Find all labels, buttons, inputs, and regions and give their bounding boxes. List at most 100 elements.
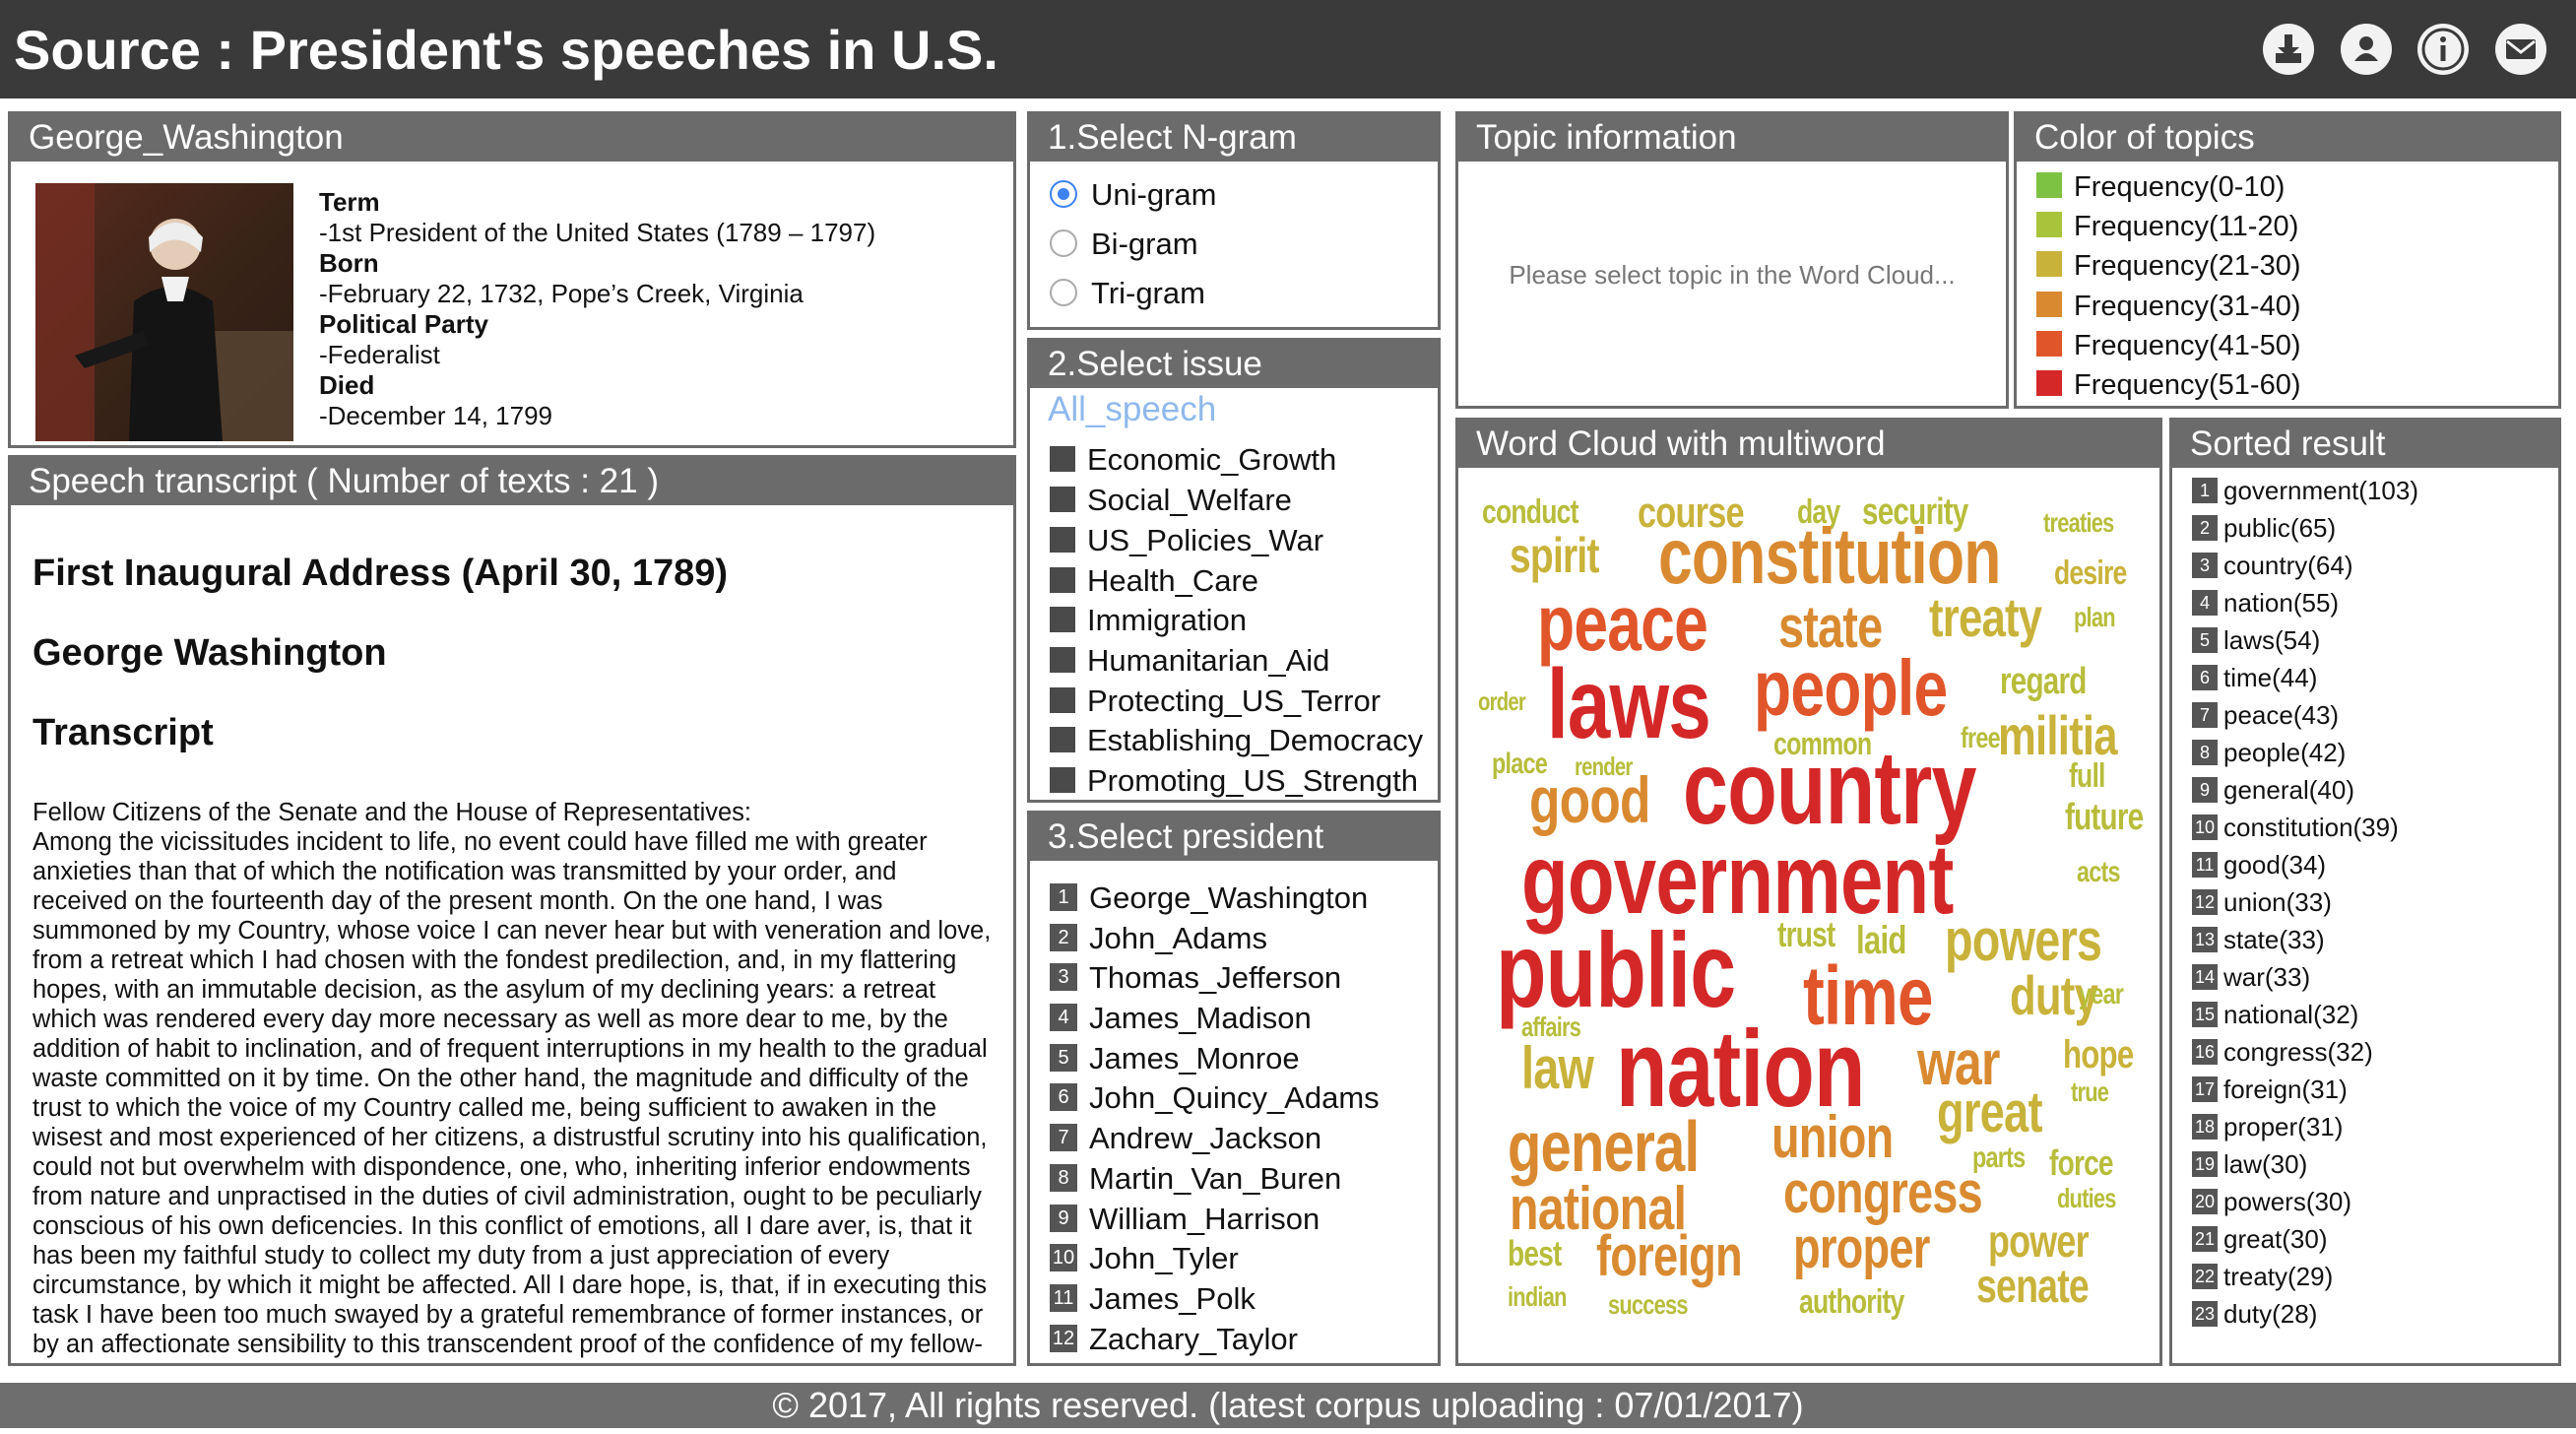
- sorted-item[interactable]: 6 time(44): [2192, 663, 2317, 693]
- president-option[interactable]: 11 James_Polk: [1050, 1281, 1256, 1317]
- mail-button[interactable]: [2495, 24, 2546, 75]
- president-option[interactable]: 12 Zachary_Taylor: [1050, 1322, 1298, 1357]
- president-option[interactable]: 3 Thomas_Jefferson: [1050, 960, 1341, 996]
- sorted-item[interactable]: 19 law(30): [2192, 1149, 2307, 1180]
- sorted-item[interactable]: 22 treaty(29): [2192, 1262, 2333, 1292]
- cloud-word[interactable]: power: [1988, 1218, 2090, 1264]
- checkbox-icon[interactable]: [1050, 766, 1075, 793]
- cloud-word[interactable]: constitution: [1658, 517, 2001, 596]
- issue-option[interactable]: Establishing_Democracy: [1050, 723, 1423, 758]
- sorted-item[interactable]: 15 national(32): [2192, 1000, 2358, 1030]
- cloud-word[interactable]: great: [1937, 1084, 2043, 1141]
- cloud-word[interactable]: year: [2079, 980, 2124, 1010]
- sorted-item[interactable]: 4 nation(55): [2192, 588, 2339, 619]
- cloud-word[interactable]: treaties: [2043, 509, 2114, 537]
- cloud-word[interactable]: true: [2071, 1078, 2109, 1106]
- sorted-item[interactable]: 12 union(33): [2192, 887, 2332, 918]
- issue-option[interactable]: Economic_Growth: [1050, 442, 1336, 478]
- all-speech-option[interactable]: All_speech: [1048, 390, 1216, 429]
- word-cloud[interactable]: conduct course day security treaties spi…: [1458, 468, 2159, 1363]
- sorted-item[interactable]: 7 peace(43): [2192, 700, 2339, 731]
- issue-option[interactable]: US_Policies_War: [1050, 523, 1323, 558]
- checkbox-icon[interactable]: [1050, 726, 1075, 752]
- sorted-list[interactable]: 1 government(103) 2 public(65) 3 country(64) 4…: [2172, 468, 2558, 1363]
- sorted-item[interactable]: 5 laws(54): [2192, 625, 2320, 656]
- sorted-item[interactable]: 9 general(40): [2192, 775, 2354, 806]
- president-option[interactable]: 9 William_Harrison: [1050, 1202, 1320, 1237]
- cloud-word[interactable]: future: [2065, 799, 2144, 836]
- cloud-word[interactable]: union: [1771, 1108, 1894, 1167]
- cloud-word[interactable]: order: [1478, 688, 1526, 714]
- cloud-word[interactable]: treaty: [1929, 590, 2042, 645]
- president-option[interactable]: 7 Andrew_Jackson: [1050, 1121, 1321, 1156]
- president-option[interactable]: 5 James_Monroe: [1050, 1041, 1300, 1076]
- ngram-option-bigram[interactable]: Bi-gram: [1050, 227, 1198, 262]
- cloud-word[interactable]: congress: [1783, 1163, 1983, 1222]
- cloud-word[interactable]: senate: [1976, 1264, 2090, 1311]
- president-option[interactable]: 1 George_Washington: [1050, 880, 1368, 916]
- sorted-item[interactable]: 3 country(64): [2192, 551, 2353, 581]
- user-button[interactable]: [2341, 24, 2392, 75]
- download-button[interactable]: [2263, 24, 2314, 75]
- sorted-item[interactable]: 2 public(65): [2192, 513, 2336, 544]
- cloud-word[interactable]: spirit: [1510, 531, 1599, 580]
- cloud-word[interactable]: people: [1754, 649, 1948, 728]
- cloud-word[interactable]: militia: [1998, 708, 2118, 763]
- cloud-word[interactable]: general: [1508, 1112, 1700, 1183]
- cloud-word[interactable]: good: [1529, 767, 1650, 832]
- radio-icon[interactable]: [1050, 179, 1077, 208]
- sorted-item[interactable]: 14 war(33): [2192, 962, 2310, 993]
- cloud-word[interactable]: acts: [2077, 858, 2120, 887]
- cloud-word[interactable]: law: [1521, 1039, 1594, 1098]
- sorted-item[interactable]: 16 congress(32): [2192, 1037, 2373, 1068]
- checkbox-icon[interactable]: [1050, 526, 1075, 553]
- cloud-word[interactable]: desire: [2054, 556, 2127, 590]
- issue-option[interactable]: Immigration: [1050, 603, 1247, 638]
- info-button[interactable]: [2417, 24, 2469, 75]
- president-option[interactable]: 6 John_Quincy_Adams: [1050, 1080, 1380, 1116]
- cloud-word[interactable]: force: [2049, 1145, 2114, 1181]
- cloud-word[interactable]: plan: [2074, 604, 2116, 631]
- transcript-scroll-area[interactable]: First Inaugural Address (April 30, 1789)…: [11, 505, 1013, 1363]
- sorted-item[interactable]: 1 government(103): [2192, 476, 2418, 506]
- cloud-word[interactable]: conduct: [1482, 495, 1578, 529]
- sorted-item[interactable]: 18 proper(31): [2192, 1112, 2343, 1142]
- sorted-item[interactable]: 11 good(34): [2192, 850, 2326, 880]
- president-option[interactable]: 4 James_Madison: [1050, 1001, 1312, 1036]
- cloud-word[interactable]: proper: [1793, 1220, 1930, 1277]
- cloud-word[interactable]: regard: [2000, 663, 2087, 700]
- cloud-word[interactable]: public: [1496, 917, 1736, 1023]
- president-option[interactable]: 8 Martin_Van_Buren: [1050, 1161, 1341, 1197]
- cloud-word[interactable]: trust: [1777, 917, 1835, 952]
- cloud-word[interactable]: full: [2069, 759, 2105, 793]
- ngram-option-unigram[interactable]: Uni-gram: [1050, 177, 1216, 213]
- president-option[interactable]: 2 John_Adams: [1050, 921, 1267, 956]
- sorted-item[interactable]: 13 state(33): [2192, 925, 2325, 955]
- issue-option[interactable]: Humanitarian_Aid: [1050, 643, 1329, 679]
- sorted-item[interactable]: 10 constitution(39): [2192, 813, 2399, 843]
- issue-option[interactable]: Health_Care: [1050, 563, 1258, 599]
- cloud-word[interactable]: best: [1508, 1236, 1562, 1271]
- sorted-item[interactable]: 8 people(42): [2192, 738, 2346, 768]
- checkbox-icon[interactable]: [1050, 686, 1075, 713]
- sorted-item[interactable]: 20 powers(30): [2192, 1187, 2351, 1217]
- checkbox-icon[interactable]: [1050, 486, 1075, 512]
- issue-option[interactable]: Protecting_US_Terror: [1050, 684, 1381, 719]
- radio-icon[interactable]: [1050, 228, 1077, 257]
- cloud-word[interactable]: indian: [1508, 1283, 1567, 1311]
- sorted-item[interactable]: 21 great(30): [2192, 1224, 2328, 1255]
- ngram-option-trigram[interactable]: Tri-gram: [1050, 276, 1205, 311]
- checkbox-icon[interactable]: [1050, 566, 1075, 593]
- issue-option[interactable]: Promoting_US_Strength: [1050, 763, 1418, 799]
- issue-option[interactable]: Social_Welfare: [1050, 483, 1292, 518]
- sorted-item[interactable]: 17 foreign(31): [2192, 1075, 2348, 1105]
- checkbox-icon[interactable]: [1050, 606, 1075, 632]
- radio-icon[interactable]: [1050, 278, 1077, 306]
- sorted-item[interactable]: 23 duty(28): [2192, 1299, 2317, 1330]
- cloud-word[interactable]: success: [1608, 1291, 1689, 1319]
- president-option[interactable]: 10 John_Tyler: [1050, 1241, 1239, 1276]
- cloud-word[interactable]: duties: [2057, 1185, 2116, 1212]
- cloud-word[interactable]: foreign: [1596, 1228, 1743, 1285]
- checkbox-icon[interactable]: [1050, 646, 1075, 673]
- cloud-word[interactable]: powers: [1945, 911, 2102, 970]
